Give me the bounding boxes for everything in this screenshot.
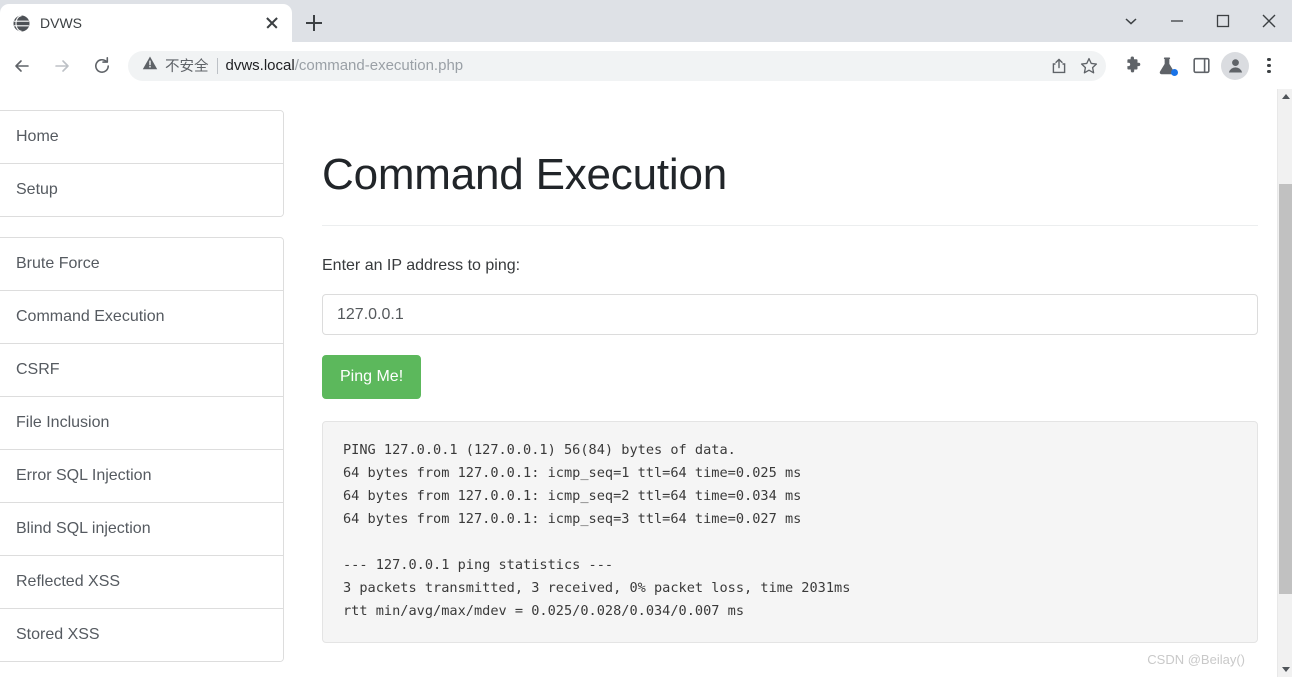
address-bar[interactable]: 不安全 dvws.local/command-execution.php	[128, 50, 1106, 81]
browser-window: DVWS 不安全 dvws.local/command-execution.ph…	[0, 0, 1292, 677]
profile-avatar[interactable]	[1218, 49, 1252, 83]
url-text: dvws.local/command-execution.php	[226, 57, 1045, 74]
tab-strip: DVWS	[0, 0, 1292, 42]
tab-dvws[interactable]: DVWS	[0, 4, 292, 42]
ping-output-block: PING 127.0.0.1 (127.0.0.1) 56(84) bytes …	[322, 421, 1258, 643]
page-content: Home Setup Brute Force Command Execution…	[0, 89, 1277, 677]
sidebar-item-blind-sql-injection[interactable]: Blind SQL injection	[0, 503, 283, 556]
url-host: dvws.local	[225, 57, 295, 74]
maximize-icon[interactable]	[1200, 0, 1246, 42]
sidebar-item-stored-xss[interactable]: Stored XSS	[0, 609, 283, 661]
not-secure-warning-icon	[142, 55, 158, 76]
new-tab-button[interactable]	[300, 9, 328, 37]
forward-arrow-icon[interactable]	[45, 49, 79, 83]
menu-dots	[1256, 53, 1282, 79]
page-scrollbar[interactable]	[1277, 89, 1292, 677]
url-path: /command-execution.php	[294, 57, 464, 74]
scroll-up-arrow-icon[interactable]	[1278, 89, 1292, 104]
minimize-icon[interactable]	[1154, 0, 1200, 42]
security-status-label: 不安全	[165, 59, 209, 75]
avatar-icon	[1221, 51, 1249, 80]
bookmark-star-icon[interactable]	[1074, 51, 1104, 81]
tab-search-icon[interactable]	[1108, 0, 1154, 42]
omnibox-divider	[216, 57, 218, 74]
page-viewport: Home Setup Brute Force Command Execution…	[0, 89, 1292, 677]
ping-me-button[interactable]: Ping Me!	[322, 355, 422, 399]
globe-icon	[13, 14, 30, 32]
share-icon[interactable]	[1044, 51, 1074, 81]
sidebar-item-home[interactable]: Home	[0, 111, 283, 164]
sidebar-group-main: Home Setup	[0, 110, 284, 217]
sidebar-group-vulnerabilities: Brute Force Command Execution CSRF File …	[0, 237, 284, 662]
browser-toolbar: 不安全 dvws.local/command-execution.php	[0, 42, 1292, 89]
tab-title: DVWS	[40, 15, 82, 31]
title-divider	[322, 225, 1258, 226]
side-panel-icon[interactable]	[1184, 49, 1218, 83]
window-controls	[1108, 0, 1292, 42]
sidebar-item-csrf[interactable]: CSRF	[0, 344, 283, 397]
main-content: Command Execution Enter an IP address to…	[322, 89, 1258, 643]
labs-flask-icon[interactable]	[1150, 49, 1184, 83]
extensions-puzzle-icon[interactable]	[1116, 49, 1150, 83]
watermark-label: CSDN @Beilay()	[1147, 652, 1245, 667]
page-title: Command Execution	[322, 150, 728, 199]
sidebar-item-brute-force[interactable]: Brute Force	[0, 238, 283, 291]
ip-address-input[interactable]	[322, 294, 1258, 335]
scroll-down-arrow-icon[interactable]	[1278, 662, 1292, 677]
sidebar-item-reflected-xss[interactable]: Reflected XSS	[0, 556, 283, 609]
tab-close-icon[interactable]	[260, 11, 284, 35]
back-arrow-icon[interactable]	[5, 49, 39, 83]
ip-input-label: Enter an IP address to ping:	[322, 257, 521, 274]
reload-icon[interactable]	[85, 49, 119, 83]
sidebar-item-error-sql-injection[interactable]: Error SQL Injection	[0, 450, 283, 503]
omnibox-actions	[1044, 51, 1104, 81]
sidebar-item-command-execution[interactable]: Command Execution	[0, 291, 283, 344]
three-dot-menu-icon[interactable]	[1252, 49, 1286, 83]
scrollbar-thumb[interactable]	[1279, 184, 1292, 594]
sidebar-nav: Home Setup Brute Force Command Execution…	[0, 110, 284, 677]
sidebar-item-file-inclusion[interactable]: File Inclusion	[0, 397, 283, 450]
sidebar-item-setup[interactable]: Setup	[0, 164, 283, 216]
window-close-icon[interactable]	[1246, 0, 1292, 42]
